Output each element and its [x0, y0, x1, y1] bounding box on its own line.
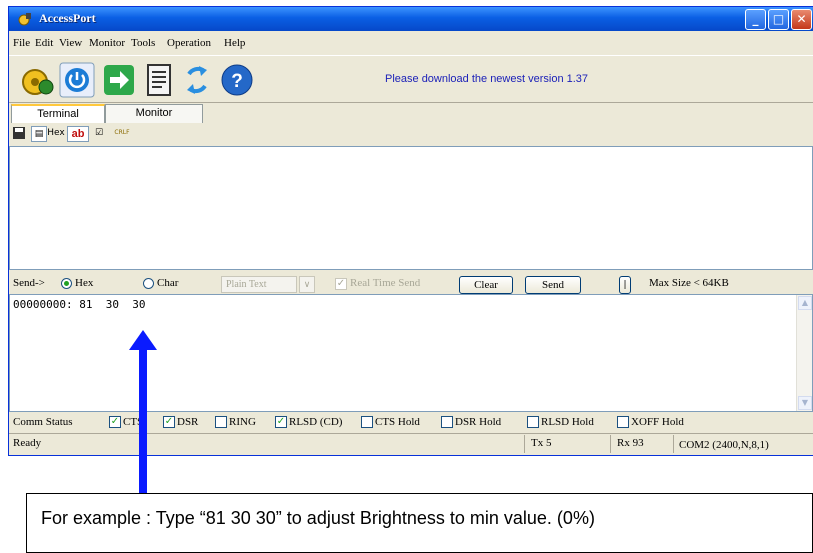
- status-ready: Ready: [13, 437, 42, 449]
- hex-radio[interactable]: [61, 278, 72, 289]
- menu-operation[interactable]: Operation: [167, 37, 211, 49]
- dsr-hold-checkbox: [441, 416, 453, 428]
- status-rx: Rx 93: [617, 437, 644, 449]
- hex-radio-label: Hex: [75, 277, 94, 289]
- accessport-window: AccessPort _ □ ✕ File Edit View Monitor …: [8, 6, 813, 456]
- status-separator: [524, 435, 525, 453]
- rlsd-checkbox: ✓: [275, 416, 287, 428]
- send-button[interactable]: Send: [525, 276, 581, 294]
- menu-bar: File Edit View Monitor Tools Operation H…: [9, 35, 813, 53]
- cts-hold-checkbox: [361, 416, 373, 428]
- arrow-right-icon[interactable]: [101, 62, 137, 98]
- ring-label: RING: [229, 416, 256, 428]
- pointer-arrow-shaft: [139, 348, 147, 493]
- tab-strip: Terminal Monitor: [9, 103, 813, 123]
- rlsd-hold-checkbox: [527, 416, 539, 428]
- pipe-button[interactable]: |: [619, 276, 631, 294]
- document-icon[interactable]: [141, 62, 177, 98]
- title-bar[interactable]: AccessPort _ □ ✕: [9, 7, 813, 31]
- refresh-icon[interactable]: [179, 62, 215, 98]
- gear-icon[interactable]: [19, 62, 55, 98]
- maximize-button[interactable]: □: [768, 9, 789, 30]
- status-separator: [610, 435, 611, 453]
- ab-toggle-button[interactable]: ab: [67, 126, 89, 142]
- app-icon: [18, 13, 31, 26]
- hex-toggle-button[interactable]: Hex: [47, 126, 65, 142]
- cts-checkbox: ✓: [109, 416, 121, 428]
- menu-help[interactable]: Help: [224, 37, 245, 49]
- window-title: AccessPort: [39, 11, 96, 25]
- terminal-toolbar: ▤ Hex ab ☑ CRLF: [9, 123, 813, 145]
- tab-terminal[interactable]: Terminal: [11, 104, 105, 123]
- xoff-hold-label: XOFF Hold: [631, 416, 684, 428]
- send-input-area[interactable]: 00000000: 81 30 30 ▲ ▼: [9, 294, 813, 412]
- dsr-checkbox: ✓: [163, 416, 175, 428]
- status-separator: [673, 435, 674, 453]
- status-port: COM2 (2400,N,8,1): [679, 439, 769, 451]
- comm-status-bar: Comm Status ✓ CTS ✓ DSR RING ✓ RLSD (CD)…: [9, 414, 813, 431]
- update-notice[interactable]: Please download the newest version 1.37: [385, 73, 588, 85]
- main-toolbar: ? Please download the newest version 1.3…: [9, 55, 813, 103]
- dsr-hold-label: DSR Hold: [455, 416, 502, 428]
- realtime-send-checkbox[interactable]: ✓: [335, 278, 347, 290]
- char-radio-label: Char: [157, 277, 179, 289]
- menu-file[interactable]: File: [13, 37, 30, 49]
- ring-checkbox: [215, 416, 227, 428]
- comm-status-label: Comm Status: [13, 416, 73, 428]
- format-select[interactable]: Plain Text: [221, 276, 297, 293]
- max-size-label: Max Size < 64KB: [649, 277, 729, 289]
- send-options-bar: Send-> Hex Char Plain Text ∨ ✓ Real Time…: [9, 273, 813, 295]
- help-icon[interactable]: ?: [219, 62, 255, 98]
- close-button[interactable]: ✕: [791, 9, 812, 30]
- rlsd-hold-label: RLSD Hold: [541, 416, 594, 428]
- crlf-button[interactable]: CRLF: [113, 126, 131, 142]
- minimize-button[interactable]: _: [745, 9, 766, 30]
- menu-view[interactable]: View: [59, 37, 82, 49]
- status-tx: Tx 5: [531, 437, 552, 449]
- dsr-label: DSR: [177, 416, 199, 428]
- format-select-dropdown-icon[interactable]: ∨: [299, 276, 315, 293]
- char-radio[interactable]: [143, 278, 154, 289]
- send-prefix-label: Send->: [13, 277, 45, 289]
- scroll-down-icon[interactable]: ▼: [798, 396, 812, 410]
- xoff-hold-checkbox: [617, 416, 629, 428]
- cts-hold-label: CTS Hold: [375, 416, 420, 428]
- power-icon[interactable]: [59, 62, 95, 98]
- save-icon[interactable]: [12, 126, 26, 140]
- scroll-up-icon[interactable]: ▲: [798, 296, 812, 310]
- menu-edit[interactable]: Edit: [35, 37, 53, 49]
- rlsd-label: RLSD (CD): [289, 416, 343, 428]
- status-bar: Ready Tx 5 Rx 93 COM2 (2400,N,8,1): [9, 433, 813, 455]
- edit-view-icon[interactable]: ☑: [91, 126, 107, 142]
- hex-view-icon[interactable]: ▤: [31, 126, 47, 142]
- menu-tools[interactable]: Tools: [131, 37, 155, 49]
- send-scrollbar[interactable]: ▲ ▼: [796, 295, 812, 411]
- pointer-arrow-head: [129, 330, 157, 350]
- realtime-send-label: Real Time Send: [350, 277, 421, 289]
- instruction-callout: For example : Type “81 30 30” to adjust …: [26, 493, 813, 553]
- svg-text:?: ?: [231, 71, 243, 92]
- clear-button[interactable]: Clear: [459, 276, 513, 294]
- tab-monitor[interactable]: Monitor: [105, 104, 203, 123]
- send-content[interactable]: 00000000: 81 30 30: [13, 298, 145, 311]
- menu-monitor[interactable]: Monitor: [89, 37, 125, 49]
- callout-text: For example : Type “81 30 30” to adjust …: [41, 508, 595, 528]
- receive-area[interactable]: [9, 146, 813, 270]
